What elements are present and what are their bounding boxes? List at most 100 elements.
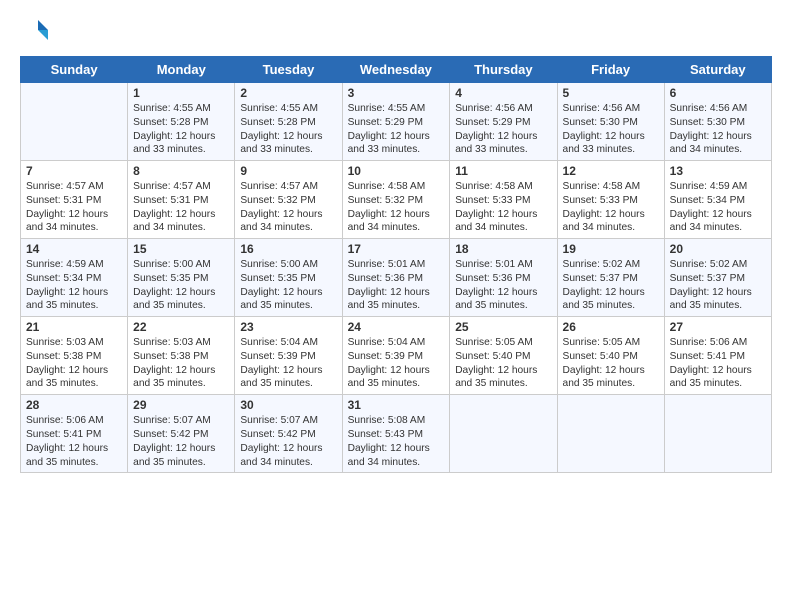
day-number: 4 (455, 86, 551, 100)
day-number: 24 (348, 320, 445, 334)
day-number: 11 (455, 164, 551, 178)
day-number: 28 (26, 398, 122, 412)
calendar-cell: 9 Sunrise: 4:57 AM Sunset: 5:32 PM Daylig… (235, 161, 342, 239)
calendar-cell: 29 Sunrise: 5:07 AM Sunset: 5:42 PM Dayli… (128, 395, 235, 473)
cell-content: Sunrise: 4:57 AM Sunset: 5:32 PM Dayligh… (240, 180, 336, 235)
cell-content: Sunrise: 4:56 AM Sunset: 5:29 PM Dayligh… (455, 102, 551, 157)
cell-content: Sunrise: 5:03 AM Sunset: 5:38 PM Dayligh… (133, 336, 229, 391)
calendar-cell: 5Sunrise: 4:56 AM Sunset: 5:30 PM Daylig… (557, 83, 664, 161)
cell-content: Sunrise: 4:59 AM Sunset: 5:34 PM Dayligh… (670, 180, 766, 235)
cell-content: Sunrise: 4:57 AM Sunset: 5:31 PM Dayligh… (26, 180, 122, 235)
day-number: 25 (455, 320, 551, 334)
calendar-cell: 11 Sunrise: 4:58 AM Sunset: 5:33 PM Dayli… (450, 161, 557, 239)
calendar-week-4: 21 Sunrise: 5:03 AM Sunset: 5:38 PM Dayli… (21, 317, 772, 395)
cell-content: Sunrise: 5:02 AM Sunset: 5:37 PM Dayligh… (670, 258, 766, 313)
day-number: 13 (670, 164, 766, 178)
calendar-cell: 8 Sunrise: 4:57 AM Sunset: 5:31 PM Daylig… (128, 161, 235, 239)
logo-icon (20, 16, 50, 46)
calendar-cell (557, 395, 664, 473)
day-number: 18 (455, 242, 551, 256)
day-number: 3 (348, 86, 445, 100)
day-header-thursday: Thursday (450, 57, 557, 83)
day-number: 26 (563, 320, 659, 334)
cell-content: Sunrise: 5:07 AM Sunset: 5:42 PM Dayligh… (240, 414, 336, 469)
day-number: 23 (240, 320, 336, 334)
header (20, 16, 772, 46)
day-number: 17 (348, 242, 445, 256)
cell-content: Sunrise: 5:04 AM Sunset: 5:39 PM Dayligh… (348, 336, 445, 391)
calendar-cell: 18Sunrise: 5:01 AM Sunset: 5:36 PM Dayli… (450, 239, 557, 317)
cell-content: Sunrise: 4:57 AM Sunset: 5:31 PM Dayligh… (133, 180, 229, 235)
calendar-cell: 30 Sunrise: 5:07 AM Sunset: 5:42 PM Dayli… (235, 395, 342, 473)
calendar-cell: 1 Sunrise: 4:55 AM Sunset: 5:28 PM Daylig… (128, 83, 235, 161)
cell-content: Sunrise: 4:55 AM Sunset: 5:28 PM Dayligh… (133, 102, 229, 157)
cell-content: Sunrise: 5:03 AM Sunset: 5:38 PM Dayligh… (26, 336, 122, 391)
cell-content: Sunrise: 4:56 AM Sunset: 5:30 PM Dayligh… (670, 102, 766, 157)
cell-content: Sunrise: 5:00 AM Sunset: 5:35 PM Dayligh… (133, 258, 229, 313)
calendar-cell: 13 Sunrise: 4:59 AM Sunset: 5:34 PM Dayli… (664, 161, 771, 239)
cell-content: Sunrise: 4:58 AM Sunset: 5:32 PM Dayligh… (348, 180, 445, 235)
cell-content: Sunrise: 4:58 AM Sunset: 5:33 PM Dayligh… (455, 180, 551, 235)
calendar-cell: 19Sunrise: 5:02 AM Sunset: 5:37 PM Dayli… (557, 239, 664, 317)
cell-content: Sunrise: 4:55 AM Sunset: 5:29 PM Dayligh… (348, 102, 445, 157)
calendar-cell: 20 Sunrise: 5:02 AM Sunset: 5:37 PM Dayli… (664, 239, 771, 317)
calendar-cell: 10 Sunrise: 4:58 AM Sunset: 5:32 PM Dayli… (342, 161, 450, 239)
day-header-sunday: Sunday (21, 57, 128, 83)
calendar-cell: 22 Sunrise: 5:03 AM Sunset: 5:38 PM Dayli… (128, 317, 235, 395)
calendar-cell: 27Sunrise: 5:06 AM Sunset: 5:41 PM Dayli… (664, 317, 771, 395)
calendar-cell: 15 Sunrise: 5:00 AM Sunset: 5:35 PM Dayli… (128, 239, 235, 317)
calendar-cell: 3 Sunrise: 4:55 AM Sunset: 5:29 PM Daylig… (342, 83, 450, 161)
cell-content: Sunrise: 5:06 AM Sunset: 5:41 PM Dayligh… (26, 414, 122, 469)
day-number: 1 (133, 86, 229, 100)
day-number: 30 (240, 398, 336, 412)
calendar-cell (21, 83, 128, 161)
day-number: 6 (670, 86, 766, 100)
day-number: 9 (240, 164, 336, 178)
day-number: 5 (563, 86, 659, 100)
day-header-tuesday: Tuesday (235, 57, 342, 83)
calendar-cell: 12 Sunrise: 4:58 AM Sunset: 5:33 PM Dayli… (557, 161, 664, 239)
calendar-table: SundayMondayTuesdayWednesdayThursdayFrid… (20, 56, 772, 473)
calendar-cell: 14Sunrise: 4:59 AM Sunset: 5:34 PM Dayli… (21, 239, 128, 317)
day-number: 10 (348, 164, 445, 178)
day-number: 7 (26, 164, 122, 178)
calendar-cell: 25 Sunrise: 5:05 AM Sunset: 5:40 PM Dayli… (450, 317, 557, 395)
calendar-week-2: 7 Sunrise: 4:57 AM Sunset: 5:31 PM Daylig… (21, 161, 772, 239)
cell-content: Sunrise: 5:04 AM Sunset: 5:39 PM Dayligh… (240, 336, 336, 391)
cell-content: Sunrise: 5:05 AM Sunset: 5:40 PM Dayligh… (455, 336, 551, 391)
calendar-cell: 28 Sunrise: 5:06 AM Sunset: 5:41 PM Dayli… (21, 395, 128, 473)
day-number: 20 (670, 242, 766, 256)
calendar-cell: 21 Sunrise: 5:03 AM Sunset: 5:38 PM Dayli… (21, 317, 128, 395)
cell-content: Sunrise: 5:08 AM Sunset: 5:43 PM Dayligh… (348, 414, 445, 469)
calendar-header-row: SundayMondayTuesdayWednesdayThursdayFrid… (21, 57, 772, 83)
day-number: 16 (240, 242, 336, 256)
calendar-cell: 24 Sunrise: 5:04 AM Sunset: 5:39 PM Dayli… (342, 317, 450, 395)
cell-content: Sunrise: 4:58 AM Sunset: 5:33 PM Dayligh… (563, 180, 659, 235)
calendar-cell (664, 395, 771, 473)
cell-content: Sunrise: 5:07 AM Sunset: 5:42 PM Dayligh… (133, 414, 229, 469)
cell-content: Sunrise: 5:06 AM Sunset: 5:41 PM Dayligh… (670, 336, 766, 391)
day-number: 31 (348, 398, 445, 412)
logo (20, 16, 52, 46)
day-number: 21 (26, 320, 122, 334)
calendar-week-1: 1 Sunrise: 4:55 AM Sunset: 5:28 PM Daylig… (21, 83, 772, 161)
calendar-cell: 16 Sunrise: 5:00 AM Sunset: 5:35 PM Dayli… (235, 239, 342, 317)
day-header-monday: Monday (128, 57, 235, 83)
day-number: 15 (133, 242, 229, 256)
cell-content: Sunrise: 4:55 AM Sunset: 5:28 PM Dayligh… (240, 102, 336, 157)
day-number: 8 (133, 164, 229, 178)
cell-content: Sunrise: 5:01 AM Sunset: 5:36 PM Dayligh… (348, 258, 445, 313)
cell-content: Sunrise: 5:00 AM Sunset: 5:35 PM Dayligh… (240, 258, 336, 313)
page-container: SundayMondayTuesdayWednesdayThursdayFrid… (0, 0, 792, 483)
day-number: 29 (133, 398, 229, 412)
calendar-week-5: 28 Sunrise: 5:06 AM Sunset: 5:41 PM Dayli… (21, 395, 772, 473)
calendar-cell: 6 Sunrise: 4:56 AM Sunset: 5:30 PM Daylig… (664, 83, 771, 161)
calendar-cell: 7 Sunrise: 4:57 AM Sunset: 5:31 PM Daylig… (21, 161, 128, 239)
day-number: 14 (26, 242, 122, 256)
day-number: 22 (133, 320, 229, 334)
calendar-cell: 17 Sunrise: 5:01 AM Sunset: 5:36 PM Dayli… (342, 239, 450, 317)
calendar-cell: 26 Sunrise: 5:05 AM Sunset: 5:40 PM Dayli… (557, 317, 664, 395)
day-number: 12 (563, 164, 659, 178)
day-header-friday: Friday (557, 57, 664, 83)
cell-content: Sunrise: 5:05 AM Sunset: 5:40 PM Dayligh… (563, 336, 659, 391)
